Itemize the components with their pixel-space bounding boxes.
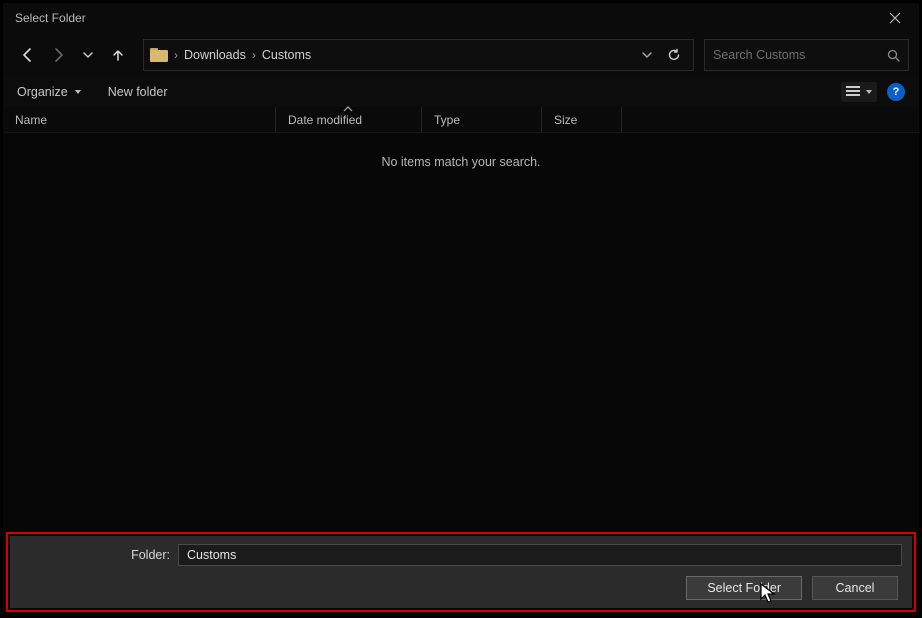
search-input[interactable]: [713, 48, 873, 62]
folder-icon: [150, 48, 168, 62]
sort-indicator-icon: [343, 106, 353, 112]
view-button[interactable]: [841, 82, 877, 102]
column-size[interactable]: Size: [541, 107, 621, 132]
bottom-panel: Folder: Select Folder Cancel: [10, 536, 912, 608]
new-folder-button[interactable]: New folder: [108, 85, 168, 99]
forward-button[interactable]: [43, 39, 73, 71]
breadcrumb-downloads[interactable]: Downloads: [184, 48, 246, 62]
address-dropdown[interactable]: [641, 49, 653, 61]
close-button[interactable]: [875, 4, 915, 32]
folder-field-label: Folder:: [20, 548, 170, 562]
search-box[interactable]: [704, 39, 909, 71]
empty-message: No items match your search.: [3, 155, 919, 169]
chevron-down-icon: [865, 88, 873, 96]
search-icon[interactable]: [887, 49, 900, 62]
organize-label: Organize: [17, 85, 68, 99]
breadcrumb-customs[interactable]: Customs: [262, 48, 311, 62]
chevron-right-icon: ›: [174, 48, 178, 62]
address-bar[interactable]: › Downloads › Customs: [143, 39, 694, 71]
help-button[interactable]: ?: [887, 83, 905, 101]
organize-button[interactable]: Organize: [17, 85, 82, 99]
refresh-button[interactable]: [667, 48, 681, 62]
column-type[interactable]: Type: [421, 107, 541, 132]
recent-dropdown[interactable]: [73, 39, 103, 71]
toolbar: Organize New folder ?: [3, 77, 919, 107]
cancel-button[interactable]: Cancel: [812, 576, 898, 600]
column-headers: Name Date modified Type Size: [3, 107, 919, 133]
titlebar: Select Folder: [3, 3, 919, 33]
new-folder-label: New folder: [108, 85, 168, 99]
list-view-icon: [845, 85, 861, 99]
back-button[interactable]: [13, 39, 43, 71]
select-folder-button[interactable]: Select Folder: [686, 576, 802, 600]
navbar: › Downloads › Customs: [3, 33, 919, 77]
up-button[interactable]: [103, 39, 133, 71]
window-title: Select Folder: [15, 11, 86, 25]
bottom-panel-highlight: Folder: Select Folder Cancel: [6, 532, 916, 612]
column-name[interactable]: Name: [3, 107, 275, 132]
folder-name-input[interactable]: [178, 544, 902, 566]
chevron-right-icon: ›: [252, 48, 256, 62]
